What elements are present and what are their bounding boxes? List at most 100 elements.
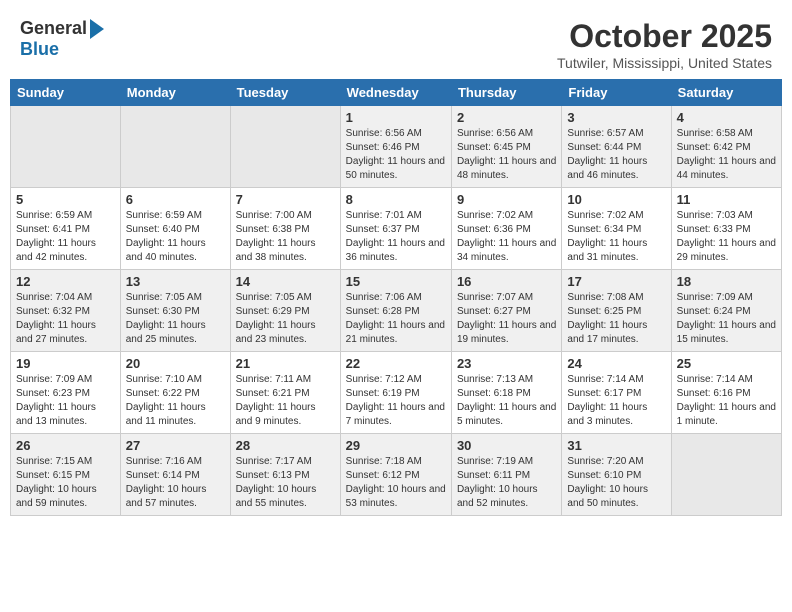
day-info: Sunrise: 7:03 AM Sunset: 6:33 PM Dayligh… [677,209,776,265]
calendar-cell-1-1 [11,106,121,188]
day-number: 15 [346,274,446,289]
calendar-cell-5-5: 30 Sunrise: 7:19 AM Sunset: 6:11 PM Dayli… [451,434,561,516]
day-number: 9 [457,192,556,207]
month-title: October 2025 [557,18,772,55]
calendar-cell-5-7 [671,434,781,516]
day-number: 14 [236,274,335,289]
calendar-header-friday: Friday [562,80,671,106]
calendar-cell-4-6: 24 Sunrise: 7:14 AM Sunset: 6:17 PM Dayli… [562,352,671,434]
day-number: 31 [567,438,665,453]
day-number: 10 [567,192,665,207]
day-info: Sunrise: 6:56 AM Sunset: 6:45 PM Dayligh… [457,127,556,183]
calendar-cell-1-6: 3Sunrise: 6:57 AM Sunset: 6:44 PM Daylig… [562,106,671,188]
day-number: 1 [346,110,446,125]
calendar-cell-5-4: 29 Sunrise: 7:18 AM Sunset: 6:12 PM Dayli… [340,434,451,516]
day-number: 3 [567,110,665,125]
day-number: 18 [677,274,776,289]
calendar-cell-4-5: 23 Sunrise: 7:13 AM Sunset: 6:18 PM Dayli… [451,352,561,434]
day-info: Sunrise: 7:16 AM Sunset: 6:14 PM Dayligh… [126,455,225,511]
day-number: 11 [677,192,776,207]
calendar-cell-1-4: 1 Sunrise: 6:56 AM Sunset: 6:46 PM Daylig… [340,106,451,188]
day-number: 22 [346,356,446,371]
day-number: 7 [236,192,335,207]
day-info: Sunrise: 6:56 AM Sunset: 6:46 PM Dayligh… [346,127,446,183]
day-number: 30 [457,438,556,453]
calendar-cell-2-7: 11 Sunrise: 7:03 AM Sunset: 6:33 PM Dayli… [671,188,781,270]
day-info: Sunrise: 7:09 AM Sunset: 6:24 PM Dayligh… [677,291,776,347]
calendar-cell-3-3: 14Sunrise: 7:05 AM Sunset: 6:29 PM Dayli… [230,270,340,352]
day-info: Sunrise: 7:09 AM Sunset: 6:23 PM Dayligh… [16,373,115,429]
day-info: Sunrise: 7:02 AM Sunset: 6:36 PM Dayligh… [457,209,556,265]
calendar-cell-4-7: 25 Sunrise: 7:14 AM Sunset: 6:16 PM Dayli… [671,352,781,434]
calendar-week-row-1: 1 Sunrise: 6:56 AM Sunset: 6:46 PM Daylig… [11,106,782,188]
day-number: 28 [236,438,335,453]
calendar-cell-2-1: 5Sunrise: 6:59 AM Sunset: 6:41 PM Daylig… [11,188,121,270]
day-number: 2 [457,110,556,125]
day-info: Sunrise: 7:01 AM Sunset: 6:37 PM Dayligh… [346,209,446,265]
calendar-cell-3-4: 15 Sunrise: 7:06 AM Sunset: 6:28 PM Dayli… [340,270,451,352]
calendar-header-tuesday: Tuesday [230,80,340,106]
calendar-header-wednesday: Wednesday [340,80,451,106]
day-number: 27 [126,438,225,453]
calendar-cell-5-1: 26 Sunrise: 7:15 AM Sunset: 6:15 PM Dayli… [11,434,121,516]
day-info: Sunrise: 6:59 AM Sunset: 6:40 PM Dayligh… [126,209,225,265]
calendar-week-row-4: 19 Sunrise: 7:09 AM Sunset: 6:23 PM Dayli… [11,352,782,434]
day-number: 23 [457,356,556,371]
calendar-week-row-5: 26 Sunrise: 7:15 AM Sunset: 6:15 PM Dayli… [11,434,782,516]
day-info: Sunrise: 7:14 AM Sunset: 6:17 PM Dayligh… [567,373,665,429]
calendar-cell-4-2: 20Sunrise: 7:10 AM Sunset: 6:22 PM Dayli… [120,352,230,434]
logo: General Blue [20,18,106,60]
day-number: 16 [457,274,556,289]
day-number: 6 [126,192,225,207]
day-info: Sunrise: 7:14 AM Sunset: 6:16 PM Dayligh… [677,373,776,429]
day-info: Sunrise: 7:02 AM Sunset: 6:34 PM Dayligh… [567,209,665,265]
day-number: 19 [16,356,115,371]
calendar-cell-5-6: 31 Sunrise: 7:20 AM Sunset: 6:10 PM Dayli… [562,434,671,516]
calendar-cell-3-7: 18 Sunrise: 7:09 AM Sunset: 6:24 PM Dayli… [671,270,781,352]
day-info: Sunrise: 7:15 AM Sunset: 6:15 PM Dayligh… [16,455,115,511]
day-info: Sunrise: 7:12 AM Sunset: 6:19 PM Dayligh… [346,373,446,429]
day-number: 12 [16,274,115,289]
logo-general-text: General [20,18,87,39]
calendar-cell-4-4: 22 Sunrise: 7:12 AM Sunset: 6:19 PM Dayli… [340,352,451,434]
day-info: Sunrise: 7:17 AM Sunset: 6:13 PM Dayligh… [236,455,335,511]
day-info: Sunrise: 6:58 AM Sunset: 6:42 PM Dayligh… [677,127,776,183]
day-info: Sunrise: 7:06 AM Sunset: 6:28 PM Dayligh… [346,291,446,347]
day-info: Sunrise: 7:19 AM Sunset: 6:11 PM Dayligh… [457,455,556,511]
calendar-cell-2-3: 7Sunrise: 7:00 AM Sunset: 6:38 PM Daylig… [230,188,340,270]
day-number: 25 [677,356,776,371]
calendar-cell-3-2: 13Sunrise: 7:05 AM Sunset: 6:30 PM Dayli… [120,270,230,352]
day-number: 17 [567,274,665,289]
logo-blue-text: Blue [20,39,59,59]
calendar-cell-5-3: 28 Sunrise: 7:17 AM Sunset: 6:13 PM Dayli… [230,434,340,516]
day-info: Sunrise: 7:20 AM Sunset: 6:10 PM Dayligh… [567,455,665,511]
day-number: 26 [16,438,115,453]
calendar-cell-4-1: 19 Sunrise: 7:09 AM Sunset: 6:23 PM Dayli… [11,352,121,434]
calendar-cell-2-2: 6 Sunrise: 6:59 AM Sunset: 6:40 PM Daylig… [120,188,230,270]
calendar-cell-1-7: 4 Sunrise: 6:58 AM Sunset: 6:42 PM Daylig… [671,106,781,188]
day-number: 4 [677,110,776,125]
calendar-cell-5-2: 27 Sunrise: 7:16 AM Sunset: 6:14 PM Dayli… [120,434,230,516]
day-info: Sunrise: 7:07 AM Sunset: 6:27 PM Dayligh… [457,291,556,347]
calendar-header-sunday: Sunday [11,80,121,106]
day-info: Sunrise: 7:18 AM Sunset: 6:12 PM Dayligh… [346,455,446,511]
day-info: Sunrise: 6:59 AM Sunset: 6:41 PM Dayligh… [16,209,115,265]
day-info: Sunrise: 7:10 AM Sunset: 6:22 PM Dayligh… [126,373,225,429]
calendar-cell-1-3 [230,106,340,188]
calendar-cell-2-5: 9 Sunrise: 7:02 AM Sunset: 6:36 PM Daylig… [451,188,561,270]
day-info: Sunrise: 7:08 AM Sunset: 6:25 PM Dayligh… [567,291,665,347]
calendar-cell-1-5: 2 Sunrise: 6:56 AM Sunset: 6:45 PM Daylig… [451,106,561,188]
day-number: 29 [346,438,446,453]
calendar-cell-1-2 [120,106,230,188]
day-info: Sunrise: 7:13 AM Sunset: 6:18 PM Dayligh… [457,373,556,429]
location-title: Tutwiler, Mississippi, United States [557,55,772,71]
day-info: Sunrise: 7:04 AM Sunset: 6:32 PM Dayligh… [16,291,115,347]
day-number: 24 [567,356,665,371]
day-info: Sunrise: 7:11 AM Sunset: 6:21 PM Dayligh… [236,373,335,429]
calendar-cell-3-1: 12 Sunrise: 7:04 AM Sunset: 6:32 PM Dayli… [11,270,121,352]
calendar-cell-3-6: 17 Sunrise: 7:08 AM Sunset: 6:25 PM Dayli… [562,270,671,352]
title-section: October 2025 Tutwiler, Mississippi, Unit… [557,18,772,71]
calendar-cell-3-5: 16 Sunrise: 7:07 AM Sunset: 6:27 PM Dayli… [451,270,561,352]
day-info: Sunrise: 7:05 AM Sunset: 6:30 PM Dayligh… [126,291,225,347]
calendar-table: SundayMondayTuesdayWednesdayThursdayFrid… [10,79,782,516]
